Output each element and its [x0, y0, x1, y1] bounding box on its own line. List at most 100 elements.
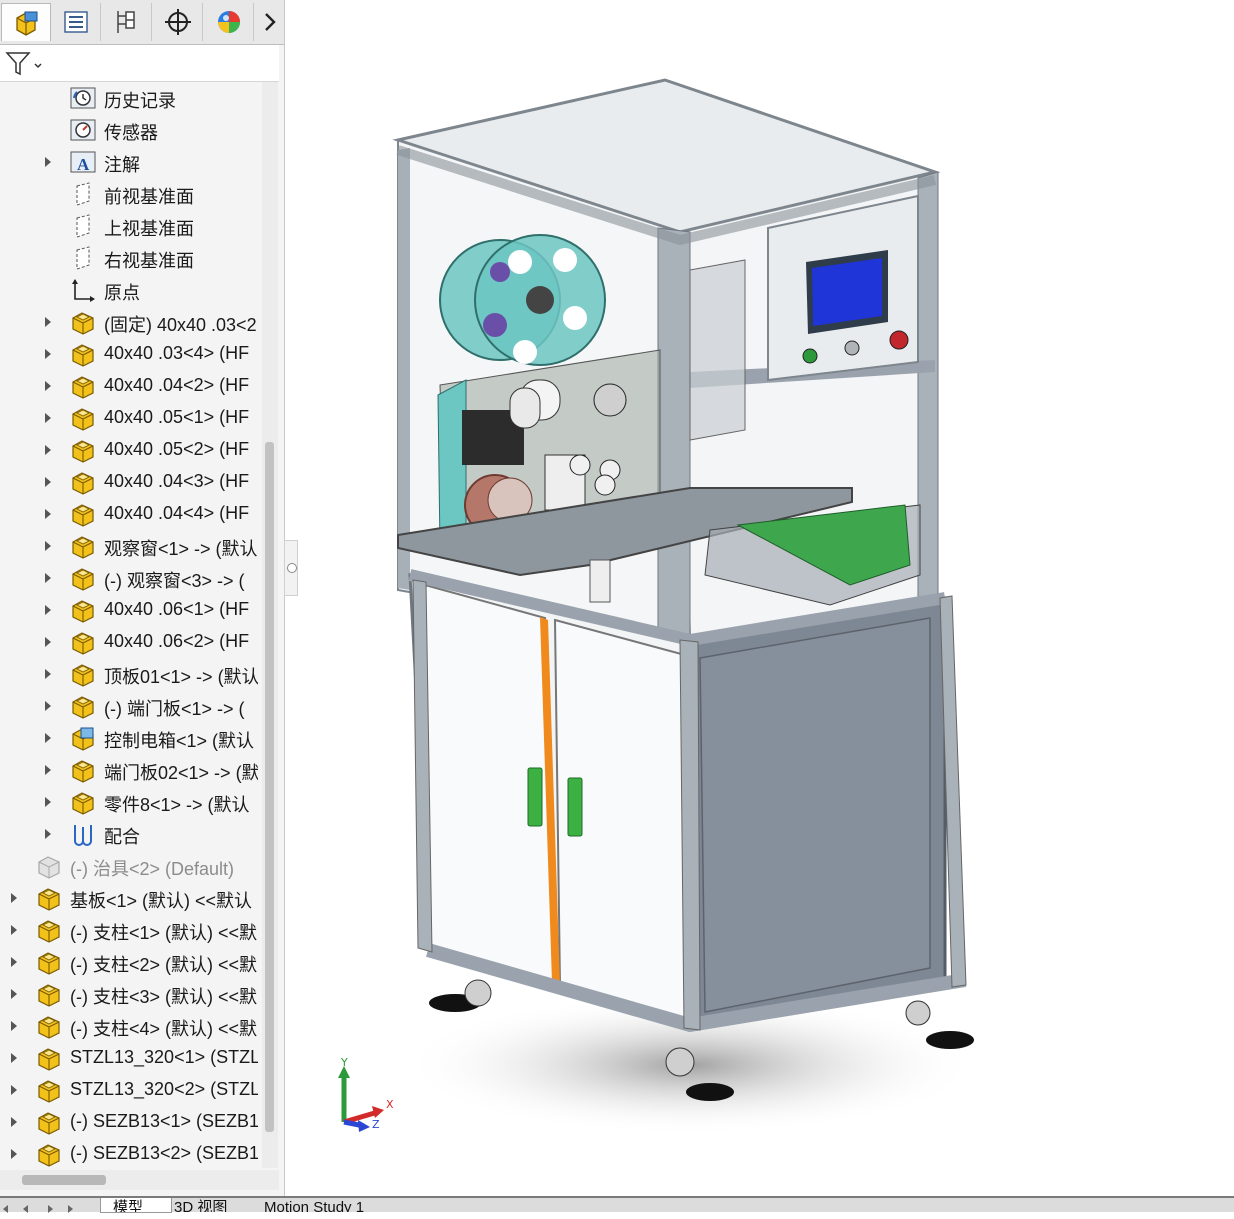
vertical-scroll-thumb[interactable] [265, 442, 274, 1132]
tree-item-label: 原点 [104, 283, 140, 303]
feature-manager-tab[interactable] [1, 3, 51, 41]
tree-item[interactable]: 40x40 .04<4> (HF [0, 498, 258, 530]
feature-tree: 历史记录 传感器 A 注解 前视基准面上视基准面右视基准面原点 (固定) 40x40 .0… [0, 82, 258, 1168]
expand-arrow-icon[interactable] [10, 892, 18, 904]
tree-vertical-scrollbar[interactable] [262, 82, 278, 1168]
tree-item-label: (-) SEZB13<2> (SEZB1 [70, 1143, 258, 1163]
part-icon [69, 533, 97, 559]
tree-item[interactable]: 上视基准面 [0, 210, 258, 242]
expand-arrow-icon[interactable] [44, 156, 52, 168]
expand-arrow-icon[interactable] [10, 956, 18, 968]
panel-more-tab[interactable] [255, 3, 284, 41]
tree-item[interactable]: 40x40 .05<2> (HF [0, 434, 258, 466]
expand-arrow-icon[interactable] [44, 636, 52, 648]
tree-item[interactable]: (-) 支柱<3> (默认) <<默 [0, 978, 258, 1010]
tree-item[interactable]: 40x40 .06<2> (HF [0, 626, 258, 658]
expand-arrow-icon[interactable] [44, 540, 52, 552]
view-triad: Y X Z [338, 1056, 394, 1132]
property-manager-tab[interactable] [51, 3, 101, 41]
tree-item[interactable]: 40x40 .06<1> (HF [0, 594, 258, 626]
tree-item[interactable]: STZL13_320<2> (STZL [0, 1074, 258, 1106]
tree-item[interactable]: 零件8<1> -> (默认 [0, 786, 258, 818]
tree-item-label: STZL13_320<1> (STZL [70, 1047, 258, 1067]
part-icon [69, 693, 97, 719]
expand-arrow-icon[interactable] [44, 348, 52, 360]
tree-item[interactable]: (-) SEZB13<1> (SEZB1 [0, 1106, 258, 1138]
tree-item[interactable]: 控制电箱<1> (默认 [0, 722, 258, 754]
display-manager-tab[interactable] [204, 3, 254, 41]
tree-item-label: 40x40 .06<1> (HF [104, 599, 250, 619]
expand-arrow-icon[interactable] [44, 732, 52, 744]
sensor-icon [69, 117, 97, 143]
expand-arrow-icon[interactable] [44, 380, 52, 392]
expand-arrow-icon[interactable] [44, 828, 52, 840]
expand-arrow-icon[interactable] [10, 988, 18, 1000]
expand-arrow-icon[interactable] [10, 1020, 18, 1032]
splitter-knob[interactable] [287, 563, 297, 573]
tree-item[interactable]: 历史记录 [0, 82, 258, 114]
tree-item[interactable]: (-) 端门板<1> -> ( [0, 690, 258, 722]
tree-item[interactable]: STZL13_320<1> (STZL [0, 1042, 258, 1074]
tree-item[interactable]: A 注解 [0, 146, 258, 178]
estop-button [889, 330, 909, 350]
expand-arrow-icon[interactable] [44, 604, 52, 616]
expand-arrow-icon[interactable] [44, 796, 52, 808]
property-manager-icon [63, 11, 88, 33]
tree-item[interactable]: 原点 [0, 274, 258, 306]
tab-nav-arrows[interactable] [0, 1200, 100, 1213]
tree-item-label: 40x40 .03<4> (HF [104, 343, 250, 363]
tree-item[interactable]: 基板<1> (默认) <<默认 [0, 882, 258, 914]
filter-icon[interactable] [5, 50, 45, 78]
expand-arrow-icon[interactable] [44, 316, 52, 328]
tree-item-label: STZL13_320<2> (STZL [70, 1079, 258, 1099]
filter-bar[interactable] [0, 45, 279, 82]
tree-item-label: 观察窗<1> -> (默认 [104, 539, 258, 559]
expand-arrow-icon[interactable] [44, 700, 52, 712]
panel-splitter[interactable] [284, 540, 298, 596]
expand-arrow-icon[interactable] [10, 1116, 18, 1128]
expand-arrow-icon[interactable] [44, 412, 52, 424]
tree-item[interactable]: (固定) 40x40 .03<2 [0, 306, 258, 338]
part-icon [69, 757, 97, 783]
tree-item-label: 40x40 .04<3> (HF [104, 471, 250, 491]
tree-item[interactable]: 配合 [0, 818, 258, 850]
tree-item-label: 上视基准面 [104, 219, 194, 239]
tree-item[interactable]: 40x40 .03<4> (HF [0, 338, 258, 370]
horizontal-scroll-thumb[interactable] [22, 1175, 106, 1185]
part-icon [69, 437, 97, 463]
expand-arrow-icon[interactable] [44, 476, 52, 488]
tree-item[interactable]: 观察窗<1> -> (默认 [0, 530, 258, 562]
hmi-screen [812, 258, 882, 326]
tree-item[interactable]: (-) 观察窗<3> -> ( [0, 562, 258, 594]
expand-arrow-icon[interactable] [44, 444, 52, 456]
tree-item-label: 零件8<1> -> (默认 [104, 795, 250, 815]
tree-item[interactable]: 前视基准面 [0, 178, 258, 210]
expand-arrow-icon[interactable] [44, 508, 52, 520]
tree-item[interactable]: 右视基准面 [0, 242, 258, 274]
tree-item[interactable]: 顶板01<1> -> (默认 [0, 658, 258, 690]
expand-arrow-icon[interactable] [10, 1148, 18, 1160]
tree-item[interactable]: 40x40 .04<3> (HF [0, 466, 258, 498]
tree-item[interactable]: (-) 支柱<1> (默认) <<默 [0, 914, 258, 946]
tree-item[interactable]: 传感器 [0, 114, 258, 146]
expand-arrow-icon[interactable] [44, 572, 52, 584]
tree-item[interactable]: 端门板02<1> -> (默 [0, 754, 258, 786]
configuration-manager-tab[interactable] [102, 3, 152, 41]
expand-arrow-icon[interactable] [10, 924, 18, 936]
tree-horizontal-scrollbar[interactable] [0, 1170, 279, 1190]
plane-icon [69, 213, 97, 239]
tree-item-label: 40x40 .04<2> (HF [104, 375, 250, 395]
expand-arrow-icon[interactable] [10, 1084, 18, 1096]
expand-arrow-icon[interactable] [44, 764, 52, 776]
tree-item[interactable]: 40x40 .05<1> (HF [0, 402, 258, 434]
tree-item[interactable]: (-) 治具<2> (Default) [0, 850, 258, 882]
tree-item[interactable]: 40x40 .04<2> (HF [0, 370, 258, 402]
tree-item[interactable]: (-) 支柱<4> (默认) <<默 [0, 1010, 258, 1042]
dimxpert-manager-tab[interactable] [153, 3, 203, 41]
graphics-area[interactable] [298, 0, 1234, 1196]
tree-item-label: (-) 端门板<1> -> ( [104, 699, 245, 719]
tree-item[interactable]: (-) SEZB13<2> (SEZB1 [0, 1138, 258, 1168]
expand-arrow-icon[interactable] [44, 668, 52, 680]
expand-arrow-icon[interactable] [10, 1052, 18, 1064]
tree-item[interactable]: (-) 支柱<2> (默认) <<默 [0, 946, 258, 978]
